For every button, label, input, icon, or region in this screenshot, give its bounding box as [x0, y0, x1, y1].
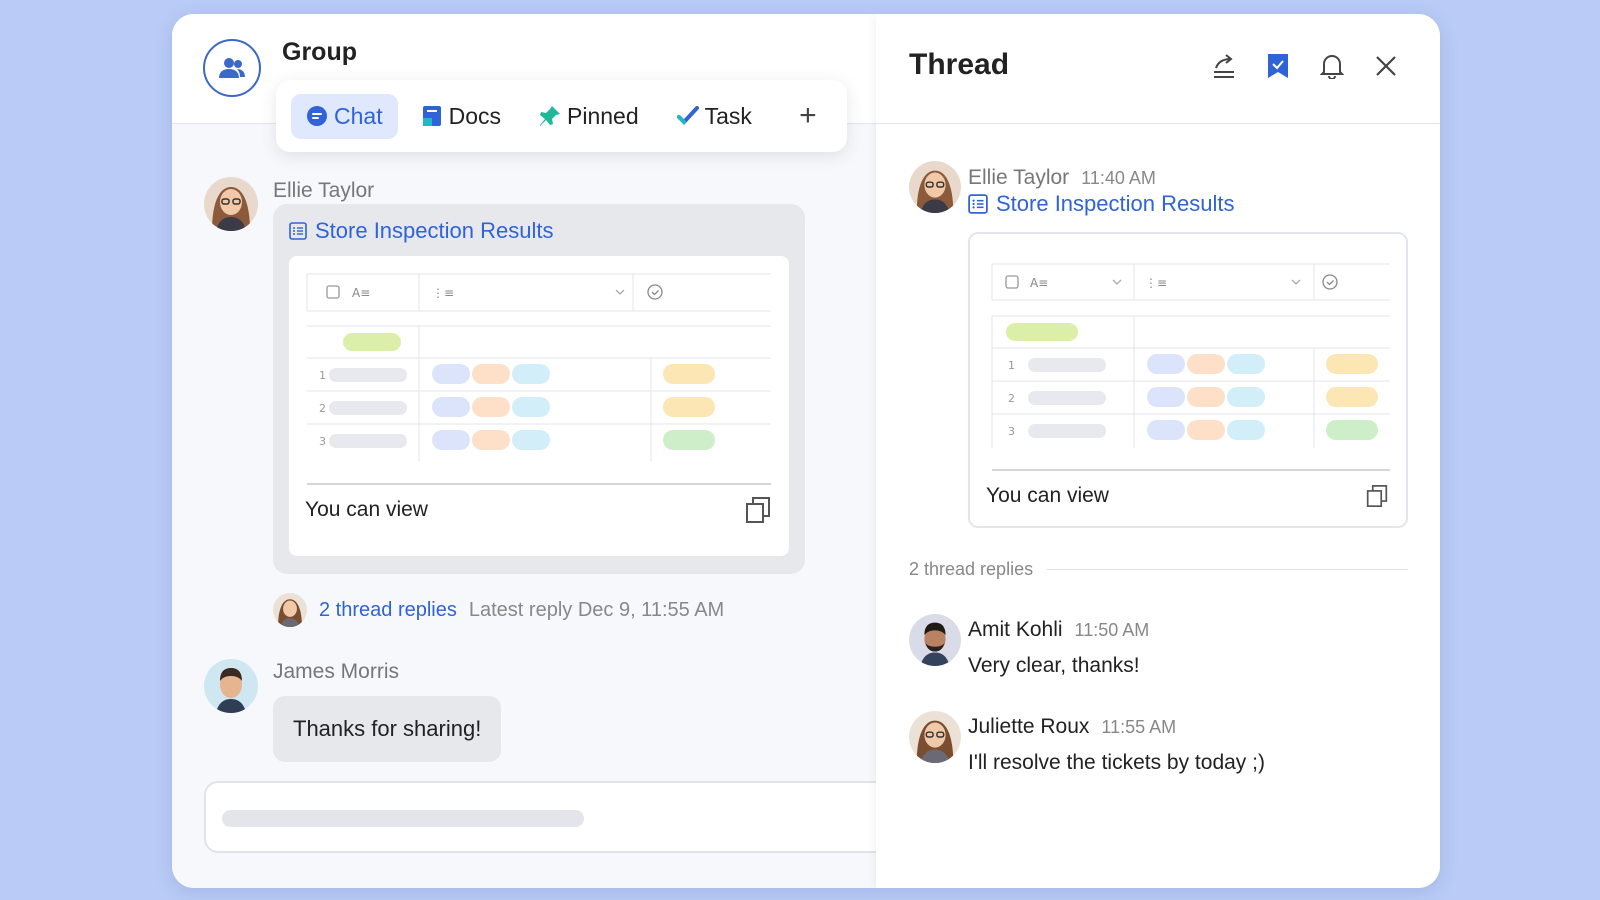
message-composer[interactable]: [204, 781, 904, 853]
group-avatar[interactable]: [203, 39, 261, 97]
svg-text:3: 3: [319, 435, 326, 448]
thread-title: Thread: [909, 48, 1010, 81]
permission-label: You can view: [986, 484, 1109, 507]
permission-label: You can view: [305, 498, 428, 521]
doc-title: Store Inspection Results: [315, 218, 554, 243]
doc-link[interactable]: Store Inspection Results: [968, 191, 1234, 217]
share-icon[interactable]: [1210, 52, 1238, 80]
svg-text:1: 1: [1008, 359, 1015, 372]
thread-replies-count: 2 thread replies: [909, 559, 1034, 579]
thread-actions: [1210, 52, 1400, 80]
avatar-ellie-taylor[interactable]: [909, 161, 961, 213]
avatar-ellie-taylor[interactable]: [204, 177, 258, 231]
sender-name: Amit Kohli: [968, 618, 1063, 641]
tab-chat-label: Chat: [334, 102, 383, 129]
sender-name: Ellie Taylor: [273, 179, 375, 202]
composer-placeholder-bar: [222, 810, 584, 827]
svg-text:⋮≡: ⋮≡: [432, 286, 454, 300]
permission-row: You can view: [305, 496, 771, 524]
bookmark-icon[interactable]: [1264, 52, 1292, 80]
message-bubble: Thanks for sharing!: [273, 696, 502, 762]
message-time: 11:40 AM: [1081, 168, 1156, 188]
reply-text: I'll resolve the tickets by today ;): [968, 751, 1265, 774]
chat-bubble-icon: [306, 105, 328, 127]
permission-row: You can view: [986, 484, 1388, 508]
thread-original-sender: Ellie Taylor 11:40 AM: [968, 166, 1156, 190]
checkmark-icon: [676, 105, 699, 127]
document-list-icon: [289, 222, 307, 240]
group-title: Group: [282, 38, 357, 66]
svg-text:1: 1: [319, 369, 326, 382]
latest-reply-meta: Latest reply Dec 9, 11:55 AM: [468, 598, 725, 621]
reply-avatar: [273, 593, 307, 627]
tab-pinned-label: Pinned: [567, 102, 639, 129]
table-preview: A≡ ⋮≡ 1 2 3: [991, 263, 1390, 471]
avatar-juliette-roux[interactable]: [909, 711, 961, 763]
docs-icon: [421, 105, 443, 127]
doc-preview-card[interactable]: A≡ ⋮≡ 1 2 3 You can view: [968, 232, 1408, 528]
reply-header: Amit Kohli 11:50 AM: [968, 618, 1149, 642]
close-icon[interactable]: [1372, 52, 1400, 80]
svg-text:A≡: A≡: [1030, 276, 1048, 290]
document-list-icon: [968, 194, 988, 214]
copy-icon[interactable]: [1366, 484, 1388, 508]
tab-chat[interactable]: Chat: [291, 93, 398, 139]
add-tab-button[interactable]: +: [793, 99, 823, 133]
people-icon: [219, 58, 245, 78]
doc-link[interactable]: Store Inspection Results: [289, 218, 553, 244]
doc-share-card[interactable]: Store Inspection Results A≡ ⋮≡ 1 2 3 You…: [273, 204, 805, 574]
tab-task-label: Task: [704, 102, 752, 129]
bell-icon[interactable]: [1318, 52, 1346, 80]
tab-docs-label: Docs: [448, 102, 501, 129]
svg-text:3: 3: [1008, 425, 1015, 438]
thread-replies-link[interactable]: 2 thread replies: [319, 599, 457, 622]
tab-docs[interactable]: Docs: [406, 94, 516, 139]
avatar-james-morris[interactable]: [204, 659, 258, 713]
chat-panel: Group Chat Docs Pinned Task + Ellie Tayl…: [172, 14, 904, 888]
divider-line: [1047, 569, 1408, 570]
tab-task[interactable]: Task: [662, 94, 767, 139]
avatar-amit-kohli[interactable]: [909, 614, 961, 666]
app-window: Group Chat Docs Pinned Task + Ellie Tayl…: [172, 14, 1440, 888]
tab-bar: Chat Docs Pinned Task +: [276, 80, 847, 152]
doc-preview: A≡ ⋮≡ 1 2 3 You can view: [289, 256, 789, 556]
sender-name: Juliette Roux: [968, 715, 1090, 738]
reply-header: Juliette Roux 11:55 AM: [968, 715, 1176, 739]
thread-panel: Thread Ellie Taylor 11:40 AM Store Inspe…: [876, 14, 1440, 888]
message-time: 11:55 AM: [1101, 717, 1177, 737]
thread-replies-divider: 2 thread replies: [909, 559, 1408, 580]
thread-summary: 2 thread replies Latest reply Dec 9, 11:…: [273, 593, 724, 627]
message-time: 11:50 AM: [1074, 620, 1150, 640]
tab-pinned[interactable]: Pinned: [524, 94, 654, 139]
doc-title: Store Inspection Results: [996, 191, 1235, 216]
svg-text:A≡: A≡: [352, 286, 370, 300]
sender-name: James Morris: [273, 660, 400, 683]
svg-text:2: 2: [319, 402, 326, 415]
thread-header: Thread: [876, 14, 1440, 124]
reply-text: Very clear, thanks!: [968, 654, 1140, 677]
sender-name: Ellie Taylor: [968, 166, 1070, 189]
copy-icon[interactable]: [745, 496, 771, 524]
svg-text:2: 2: [1008, 392, 1015, 405]
svg-text:⋮≡: ⋮≡: [1145, 276, 1167, 290]
pin-icon: [539, 105, 561, 127]
table-preview: A≡ ⋮≡ 1 2 3: [306, 273, 771, 485]
